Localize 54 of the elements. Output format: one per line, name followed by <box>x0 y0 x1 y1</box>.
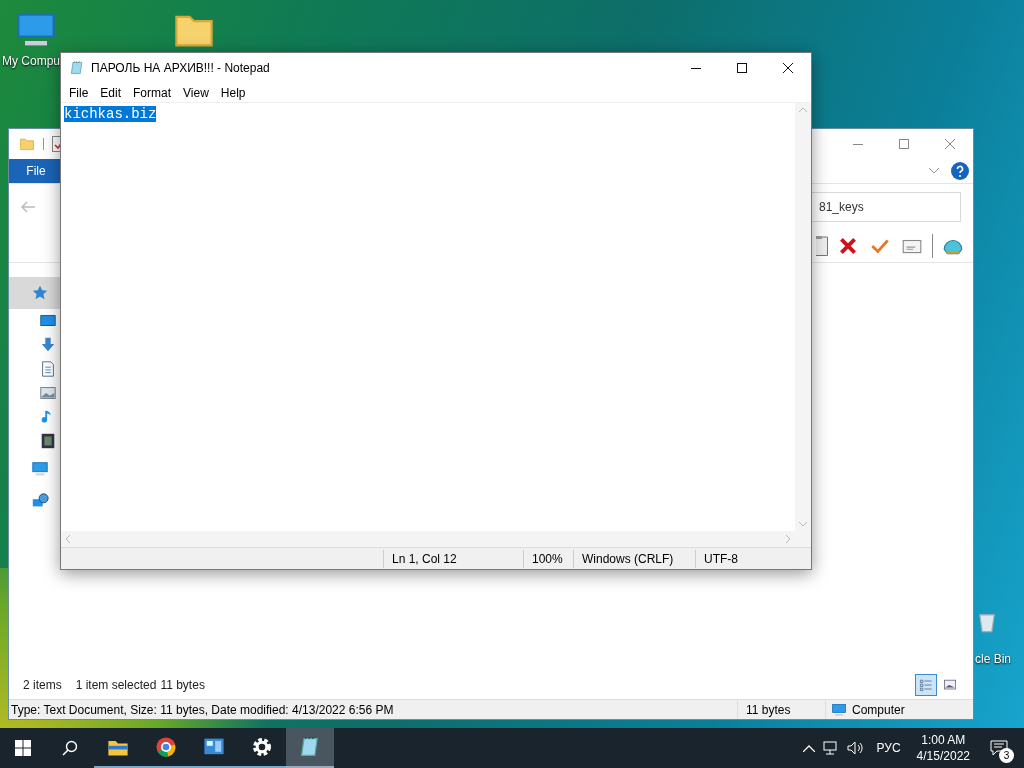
address-field[interactable]: 81_keys <box>811 191 961 222</box>
notification-button[interactable]: 3 <box>982 731 1016 765</box>
search-icon <box>62 740 78 756</box>
language-indicator[interactable]: РУС <box>872 739 905 757</box>
file-size: 11 bytes <box>737 700 825 719</box>
file-details: Type: Text Document, Size: 11 bytes, Date modified: 4/13/2022 6:56 PM <box>11 701 395 719</box>
window-title: ПАРОЛЬ НА АРХИВ!!! - Notepad <box>91 60 270 77</box>
clock[interactable]: 1:00 AM 4/15/2022 <box>912 732 974 764</box>
notification-badge: 3 <box>999 748 1014 763</box>
tiles-icon <box>942 677 958 693</box>
menu-item[interactable]: Format <box>127 83 178 102</box>
minimize-icon <box>691 67 701 69</box>
clipboard-icon <box>816 235 828 256</box>
details-icon <box>918 677 934 693</box>
close-icon <box>783 63 793 73</box>
speaker-icon[interactable] <box>846 741 865 755</box>
selection-size: 11 bytes <box>160 677 205 694</box>
chevron-up-icon[interactable] <box>802 744 815 752</box>
status-field: UTF-8 <box>695 549 755 568</box>
chevron-icon <box>929 168 939 174</box>
windows-logo-icon <box>15 740 31 756</box>
star-icon <box>31 284 49 302</box>
document-icon <box>39 360 57 378</box>
status-field: Ln 1, Col 12 <box>383 549 523 568</box>
location-label: Computer <box>852 701 905 719</box>
item-count: 2 items <box>23 677 62 694</box>
file-tab[interactable]: File <box>9 159 63 183</box>
network-icon[interactable] <box>822 741 839 755</box>
desktop-icon[interactable]: My Compu <box>2 8 60 70</box>
menu-item[interactable]: View <box>177 83 215 102</box>
menu-item[interactable]: File <box>63 83 95 102</box>
status-field: Windows (CRLF) <box>573 549 695 568</box>
icon-label: cle Bin <box>975 651 1012 668</box>
settings-icon <box>250 735 274 759</box>
chrome-icon <box>154 735 178 759</box>
maximize-icon <box>737 63 747 73</box>
maximize-icon <box>899 139 909 149</box>
status-field: 100% <box>523 549 573 568</box>
menu-item[interactable]: Help <box>214 83 252 102</box>
computer-icon <box>31 460 49 478</box>
icon-label: My Compu <box>2 53 60 70</box>
minimize-icon <box>853 143 863 145</box>
download-icon <box>39 336 57 354</box>
video-icon <box>39 432 57 450</box>
selection-count: 1 item selected <box>75 677 157 694</box>
notepad-icon <box>69 60 85 76</box>
text-area[interactable]: kichkas.biz <box>61 103 795 531</box>
computer-icon <box>830 701 848 718</box>
image-icon <box>39 384 57 402</box>
close-icon <box>945 139 955 149</box>
folder-icon <box>19 136 35 152</box>
view-button[interactable] <box>915 674 937 696</box>
menu-item[interactable]: Edit <box>94 83 128 102</box>
help-icon[interactable] <box>951 162 969 180</box>
